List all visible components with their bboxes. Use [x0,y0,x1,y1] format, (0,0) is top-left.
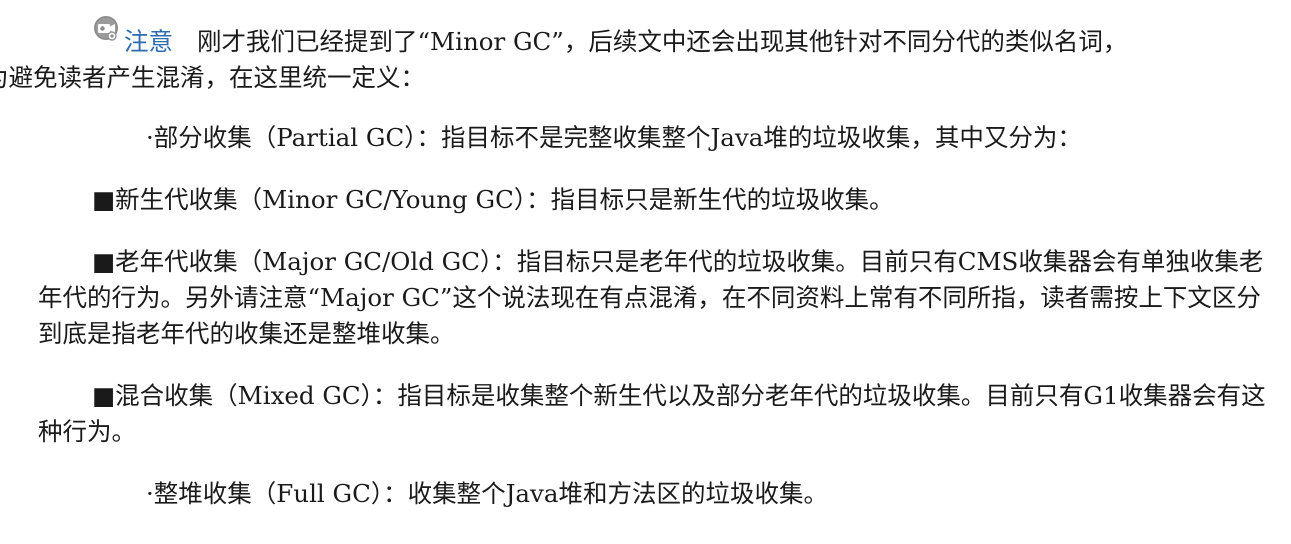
list-item-text: 混合收集（Mixed GC）：指目标是收集整个新生代以及部分老年代的垃圾收集。目… [38,381,1266,446]
list-item-partial-gc: ·部分收集（Partial GC）：指目标不是完整收集整个Java堆的垃圾收集，… [38,120,1268,156]
note-camera-icon [92,16,124,54]
list-item-full-gc: ·整堆收集（Full GC）：收集整个Java堆和方法区的垃圾收集。 [38,476,1268,512]
list-item-mixed-gc: ■混合收集（Mixed GC）：指目标是收集整个新生代以及部分老年代的垃圾收集。… [38,378,1268,450]
bullet-square: ■ [92,185,116,214]
document-body: 注意 刚才我们已经提到了“Minor GC”，后续文中还会出现其他针对不同分代的类… [0,16,1268,512]
note-text-line1: 刚才我们已经提到了“Minor GC”，后续文中还会出现其他针对不同分代的类似名… [197,27,1128,56]
note-paragraph: 注意 刚才我们已经提到了“Minor GC”，后续文中还会出现其他针对不同分代的类… [0,16,1268,96]
list-item-text: 整堆收集（Full GC）：收集整个Java堆和方法区的垃圾收集。 [153,479,828,508]
list-item-text: 部分收集（Partial GC）：指目标不是完整收集整个Java堆的垃圾收集，其… [153,123,1082,152]
bullet-dot: · [146,479,154,508]
list-item-major-gc: ■老年代收集（Major GC/Old GC）：指目标只是老年代的垃圾收集。目前… [38,244,1268,352]
bullet-dot: · [146,123,154,152]
list-item-minor-gc: ■新生代收集（Minor GC/Young GC）：指目标只是新生代的垃圾收集。 [38,182,1268,218]
note-label: 注意 [124,27,173,56]
list-item-text: 新生代收集（Minor GC/Young GC）：指目标只是新生代的垃圾收集。 [115,185,894,214]
bullet-square: ■ [92,247,116,276]
list-item-text: 老年代收集（Major GC/Old GC）：指目标只是老年代的垃圾收集。目前只… [38,247,1264,348]
bullet-square: ■ [92,381,116,410]
note-text-line2: 为避免读者产生混淆，在这里统一定义： [0,63,425,92]
